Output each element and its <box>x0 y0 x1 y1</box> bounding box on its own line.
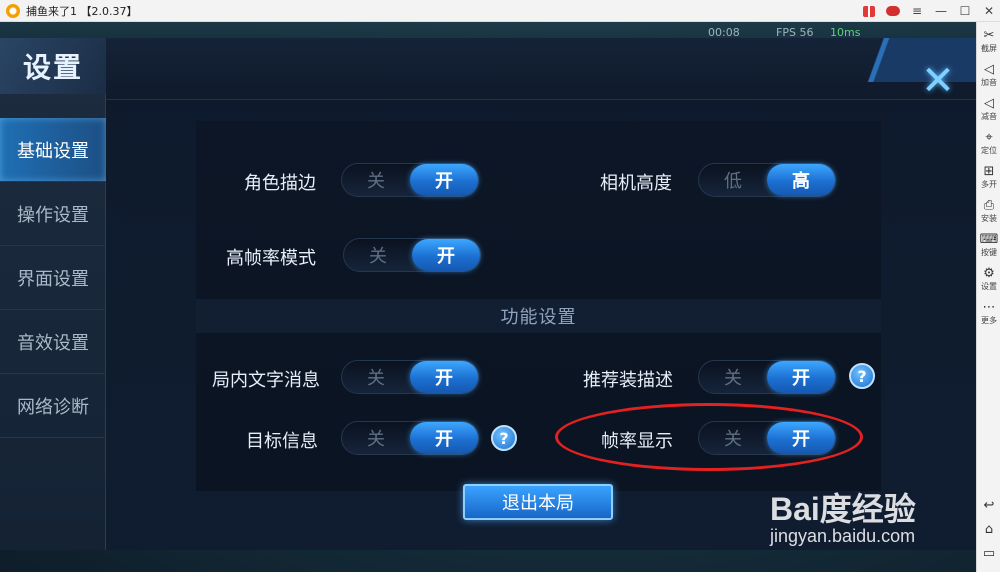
tab-sound-settings[interactable]: 音效设置 <box>0 310 106 374</box>
app-logo-icon <box>6 3 20 18</box>
keyboard-icon: ⌨ <box>979 232 999 247</box>
in-game-text-toggle[interactable]: 关 开 <box>341 360 479 394</box>
close-window-button[interactable]: ✕ <box>982 4 996 18</box>
tab-basic-settings[interactable]: 基础设置 <box>0 118 106 182</box>
toolbar-label: 截屏 <box>981 44 997 53</box>
toggle-off-option[interactable]: 关 <box>344 239 412 271</box>
gift-icon[interactable] <box>862 4 876 18</box>
close-x-icon[interactable]: ✕ <box>918 61 958 101</box>
target-info-help-icon[interactable]: ? <box>491 425 517 451</box>
settings-sidebar: 设置 基础设置 操作设置 界面设置 音效设置 网络诊断 <box>0 38 106 550</box>
function-settings-section: 功能设置 <box>196 299 881 333</box>
location-pin-icon: ⌖ <box>985 130 993 145</box>
title-bar: 捕鱼来了1 【2.0.37】 ≡ — ☐ ✕ <box>0 0 1000 22</box>
target-info-label: 目标信息 <box>246 431 318 452</box>
install-button[interactable]: ⎙ 安装 <box>977 198 1000 228</box>
toggle-off-option[interactable]: 关 <box>342 361 410 393</box>
high-frame-rate-toggle[interactable]: 关 开 <box>343 238 481 272</box>
emulator-window: 捕鱼来了1 【2.0.37】 ≡ — ☐ ✕ 0 00:08 VS 0 FPS … <box>0 0 1000 572</box>
gear-icon: ⚙ <box>983 266 995 281</box>
panel-header <box>106 38 976 100</box>
window-title: 捕鱼来了1 【2.0.37】 <box>26 4 138 18</box>
section-title: 功能设置 <box>500 307 577 328</box>
menu-button[interactable]: ≡ <box>910 4 924 18</box>
watermark-url: jingyan.baidu.com <box>770 526 916 546</box>
toggle-low-option[interactable]: 低 <box>699 164 767 196</box>
home-icon[interactable]: ⌂ <box>977 520 1000 538</box>
location-button[interactable]: ⌖ 定位 <box>977 130 1000 160</box>
watermark-brand: Bai度经验 <box>770 491 916 527</box>
toggle-on-option[interactable]: 开 <box>410 164 478 196</box>
toolbar-label: 减音 <box>981 112 997 121</box>
toolbar-label: 设置 <box>981 282 997 291</box>
recommended-items-toggle[interactable]: 关 开 <box>698 360 836 394</box>
highlight-annotation <box>555 403 863 471</box>
recent-apps-icon[interactable]: ▭ <box>977 544 1000 562</box>
toggle-on-option[interactable]: 开 <box>410 422 478 454</box>
toggle-off-option[interactable]: 关 <box>699 361 767 393</box>
toolbar-label: 安装 <box>981 214 997 223</box>
target-info-toggle[interactable]: 关 开 <box>341 421 479 455</box>
toggle-on-option[interactable]: 开 <box>767 361 835 393</box>
settings-title: 设置 <box>0 38 106 94</box>
back-icon[interactable]: ↩ <box>977 496 1000 514</box>
header-accent <box>856 38 976 82</box>
minimize-button[interactable]: — <box>934 4 948 18</box>
volume-up-button[interactable]: ◁ 加音 <box>977 62 1000 92</box>
toolbar-label: 加音 <box>981 78 997 87</box>
toggle-on-option[interactable]: 开 <box>412 239 480 271</box>
install-icon: ⎙ <box>983 198 995 213</box>
volume-up-icon: ◁ <box>984 62 994 77</box>
in-game-text-label: 局内文字消息 <box>212 370 320 391</box>
character-outline-toggle[interactable]: 关 开 <box>341 163 479 197</box>
toolbar-label: 多开 <box>981 180 997 189</box>
tab-network-diagnostics[interactable]: 网络诊断 <box>0 374 106 438</box>
baidu-watermark: Bai度经验 jingyan.baidu.com <box>770 484 970 554</box>
recommended-items-help-icon[interactable]: ? <box>849 363 875 389</box>
settings-button[interactable]: ⚙ 设置 <box>977 266 1000 296</box>
toolbar-label: 更多 <box>981 316 997 325</box>
toolbar-label: 定位 <box>981 146 997 155</box>
more-button[interactable]: ⋯ 更多 <box>977 300 1000 330</box>
volume-down-button[interactable]: ◁ 减音 <box>977 96 1000 126</box>
volume-down-icon: ◁ <box>984 96 994 111</box>
recommended-items-label: 推荐装描述 <box>583 370 673 391</box>
high-frame-rate-label: 高帧率模式 <box>226 248 316 269</box>
toggle-high-option[interactable]: 高 <box>767 164 835 196</box>
exit-match-button[interactable]: 退出本局 <box>463 484 613 520</box>
toggle-off-option[interactable]: 关 <box>342 422 410 454</box>
tab-control-settings[interactable]: 操作设置 <box>0 182 106 246</box>
toolbar-label: 按键 <box>981 248 997 257</box>
character-outline-label: 角色描边 <box>244 173 316 194</box>
emulator-toolbar: ✂ 截屏 ◁ 加音 ◁ 减音 ⌖ 定位 ⊞ 多开 ⎙ 安装 ⌨ 按键 ⚙ 设置 <box>976 22 1000 572</box>
toggle-off-option[interactable]: 关 <box>342 164 410 196</box>
gamepad-icon[interactable] <box>886 4 900 18</box>
keymap-button[interactable]: ⌨ 按键 <box>977 232 1000 262</box>
scissors-icon: ✂ <box>983 28 995 43</box>
multi-instance-icon: ⊞ <box>983 164 995 179</box>
multi-instance-button[interactable]: ⊞ 多开 <box>977 164 1000 194</box>
tab-interface-settings[interactable]: 界面设置 <box>0 246 106 310</box>
maximize-button[interactable]: ☐ <box>958 4 972 18</box>
camera-height-toggle[interactable]: 低 高 <box>698 163 836 197</box>
toggle-on-option[interactable]: 开 <box>410 361 478 393</box>
camera-height-label: 相机高度 <box>600 173 672 194</box>
screenshot-button[interactable]: ✂ 截屏 <box>977 28 1000 58</box>
more-dots-icon: ⋯ <box>982 300 996 315</box>
